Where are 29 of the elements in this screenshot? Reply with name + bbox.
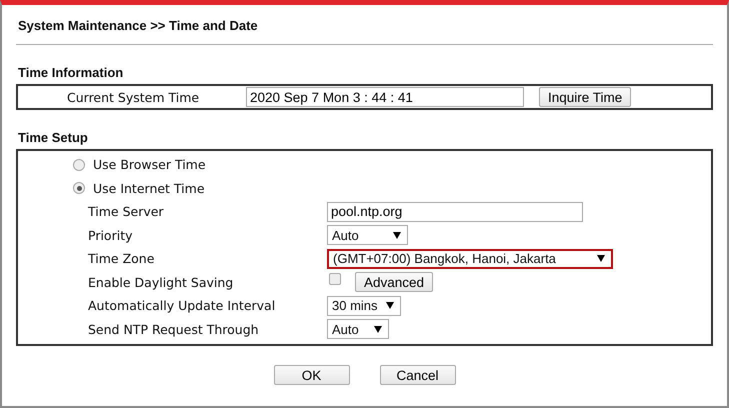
cancel-button[interactable]: Cancel: [380, 365, 456, 385]
field-label: Current System Time: [66, 90, 200, 104]
dropdown[interactable]: (GMT+07:00) Bangkok, Hanoi, Jakarta: [327, 248, 613, 269]
time-server-field[interactable]: pool.ntp.org: [327, 202, 583, 222]
dropdown[interactable]: Auto: [327, 319, 389, 340]
caret-icon: [393, 232, 401, 239]
caret-icon: [374, 326, 382, 333]
field-label: Automatically Update Interval: [88, 298, 276, 314]
field-label: Priority: [88, 228, 134, 243]
radio-label: Use Browser Time: [93, 157, 206, 172]
inquire-time-button[interactable]: Inquire Time: [539, 87, 632, 107]
radio-button[interactable]: [73, 182, 85, 194]
radio-button[interactable]: [73, 158, 85, 171]
checkbox[interactable]: [329, 273, 341, 286]
field-label: Time Zone: [88, 251, 156, 266]
radio-label: Use Internet Time: [93, 180, 205, 196]
advanced-button[interactable]: Advanced: [355, 272, 434, 292]
section-heading: Time Information: [18, 65, 124, 80]
page-title: System Maintenance >> Time and Date: [16, 15, 713, 45]
field-label: Time Server: [88, 204, 165, 220]
field-label: Send NTP Request Through: [88, 322, 260, 337]
system-time-field[interactable]: 2020 Sep 7 Mon 3 : 44 : 41: [246, 87, 524, 107]
caret-icon: [386, 302, 394, 310]
ok-button[interactable]: OK: [274, 365, 350, 385]
dropdown[interactable]: 30 mins: [327, 296, 401, 316]
caret-icon: [597, 255, 605, 262]
dropdown[interactable]: Auto: [327, 225, 408, 246]
section-heading: Time Setup: [18, 130, 89, 145]
field-label: Enable Daylight Saving: [88, 274, 234, 290]
